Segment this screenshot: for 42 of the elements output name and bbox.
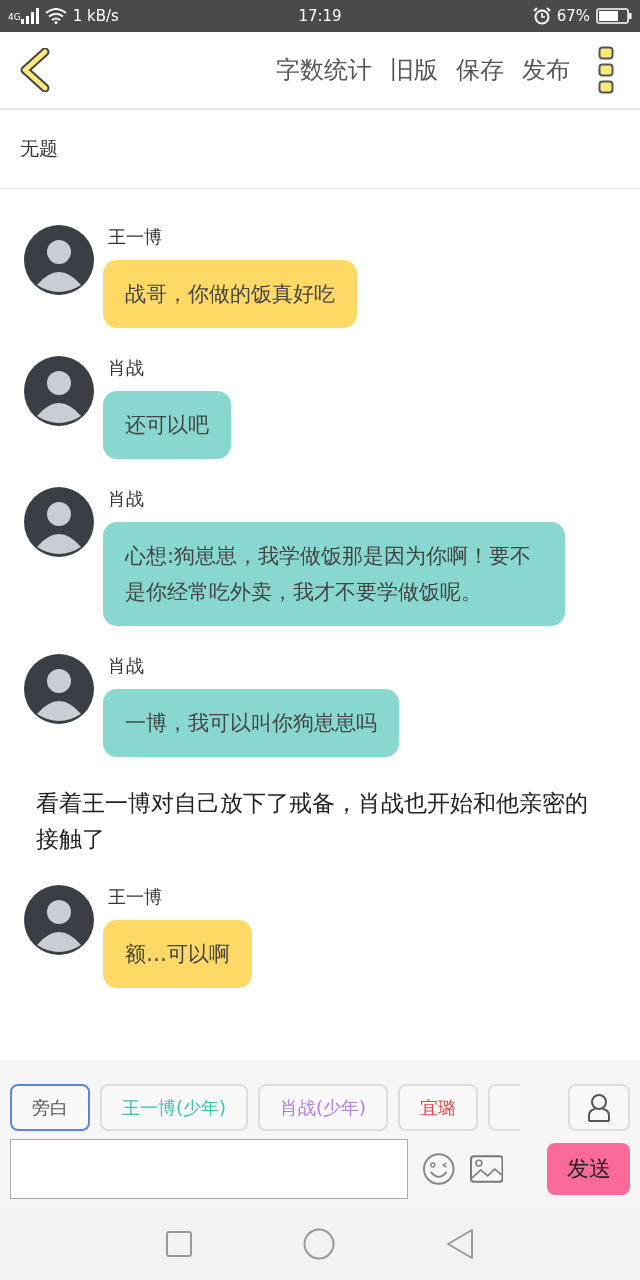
chat-bubble: 战哥，你做的饭真好吃 bbox=[103, 260, 357, 328]
home-icon[interactable] bbox=[303, 1228, 335, 1260]
story-title: 无题 bbox=[20, 136, 58, 161]
chat-bubble: 一博，我可以叫你狗崽崽吗 bbox=[103, 689, 399, 757]
toolbar-button[interactable]: 发布 bbox=[522, 54, 570, 86]
clock-time: 17:19 bbox=[298, 7, 342, 25]
alarm-icon bbox=[532, 7, 551, 25]
character-button[interactable] bbox=[568, 1084, 630, 1131]
speaker-name: 王一博 bbox=[108, 225, 162, 249]
message-input[interactable] bbox=[10, 1139, 409, 1199]
speaker-name: 肖战 bbox=[108, 356, 144, 380]
wifi-icon bbox=[44, 8, 67, 24]
chat-bubble: 额…可以啊 bbox=[103, 920, 252, 988]
back-nav-icon[interactable] bbox=[446, 1228, 475, 1260]
signal-icon bbox=[20, 8, 39, 24]
toolbar-button[interactable]: 字数统计 bbox=[276, 54, 372, 86]
role-tab[interactable]: 宜璐 bbox=[398, 1084, 479, 1131]
avatar-icon bbox=[24, 885, 94, 955]
emoji-icon[interactable] bbox=[422, 1152, 456, 1186]
network-speed: 1 kB/s bbox=[72, 7, 119, 25]
avatar-icon bbox=[24, 225, 94, 295]
toolbar-button[interactable]: 保存 bbox=[456, 54, 504, 86]
avatar-icon bbox=[24, 487, 94, 557]
more-icon[interactable] bbox=[598, 46, 614, 94]
avatar-icon bbox=[24, 654, 94, 724]
send-button[interactable]: 发送 bbox=[547, 1143, 630, 1195]
chat-bubble: 还可以吧 bbox=[103, 391, 231, 459]
person-icon bbox=[587, 1092, 611, 1123]
narration-text: 看着王一博对自己放下了戒备，肖战也开始和他亲密的接触了 bbox=[35, 789, 589, 854]
role-tab[interactable]: 旁白 bbox=[10, 1084, 90, 1131]
network-type: 4G bbox=[8, 12, 21, 22]
battery-percent: 67% bbox=[556, 7, 590, 25]
toolbar-button[interactable]: 旧版 bbox=[390, 54, 438, 86]
back-icon[interactable] bbox=[20, 48, 50, 92]
chat-bubble: 心想:狗崽崽，我学做饭那是因为你啊！要不是你经常吃外卖，我才不要学做饭呢。 bbox=[103, 522, 565, 626]
avatar-icon bbox=[24, 356, 94, 426]
speaker-name: 肖战 bbox=[108, 654, 144, 678]
speaker-name: 王一博 bbox=[108, 885, 162, 909]
battery-icon bbox=[596, 8, 632, 24]
image-icon[interactable] bbox=[469, 1155, 504, 1183]
recent-apps-icon[interactable] bbox=[165, 1231, 192, 1257]
speaker-name: 肖战 bbox=[108, 487, 144, 511]
